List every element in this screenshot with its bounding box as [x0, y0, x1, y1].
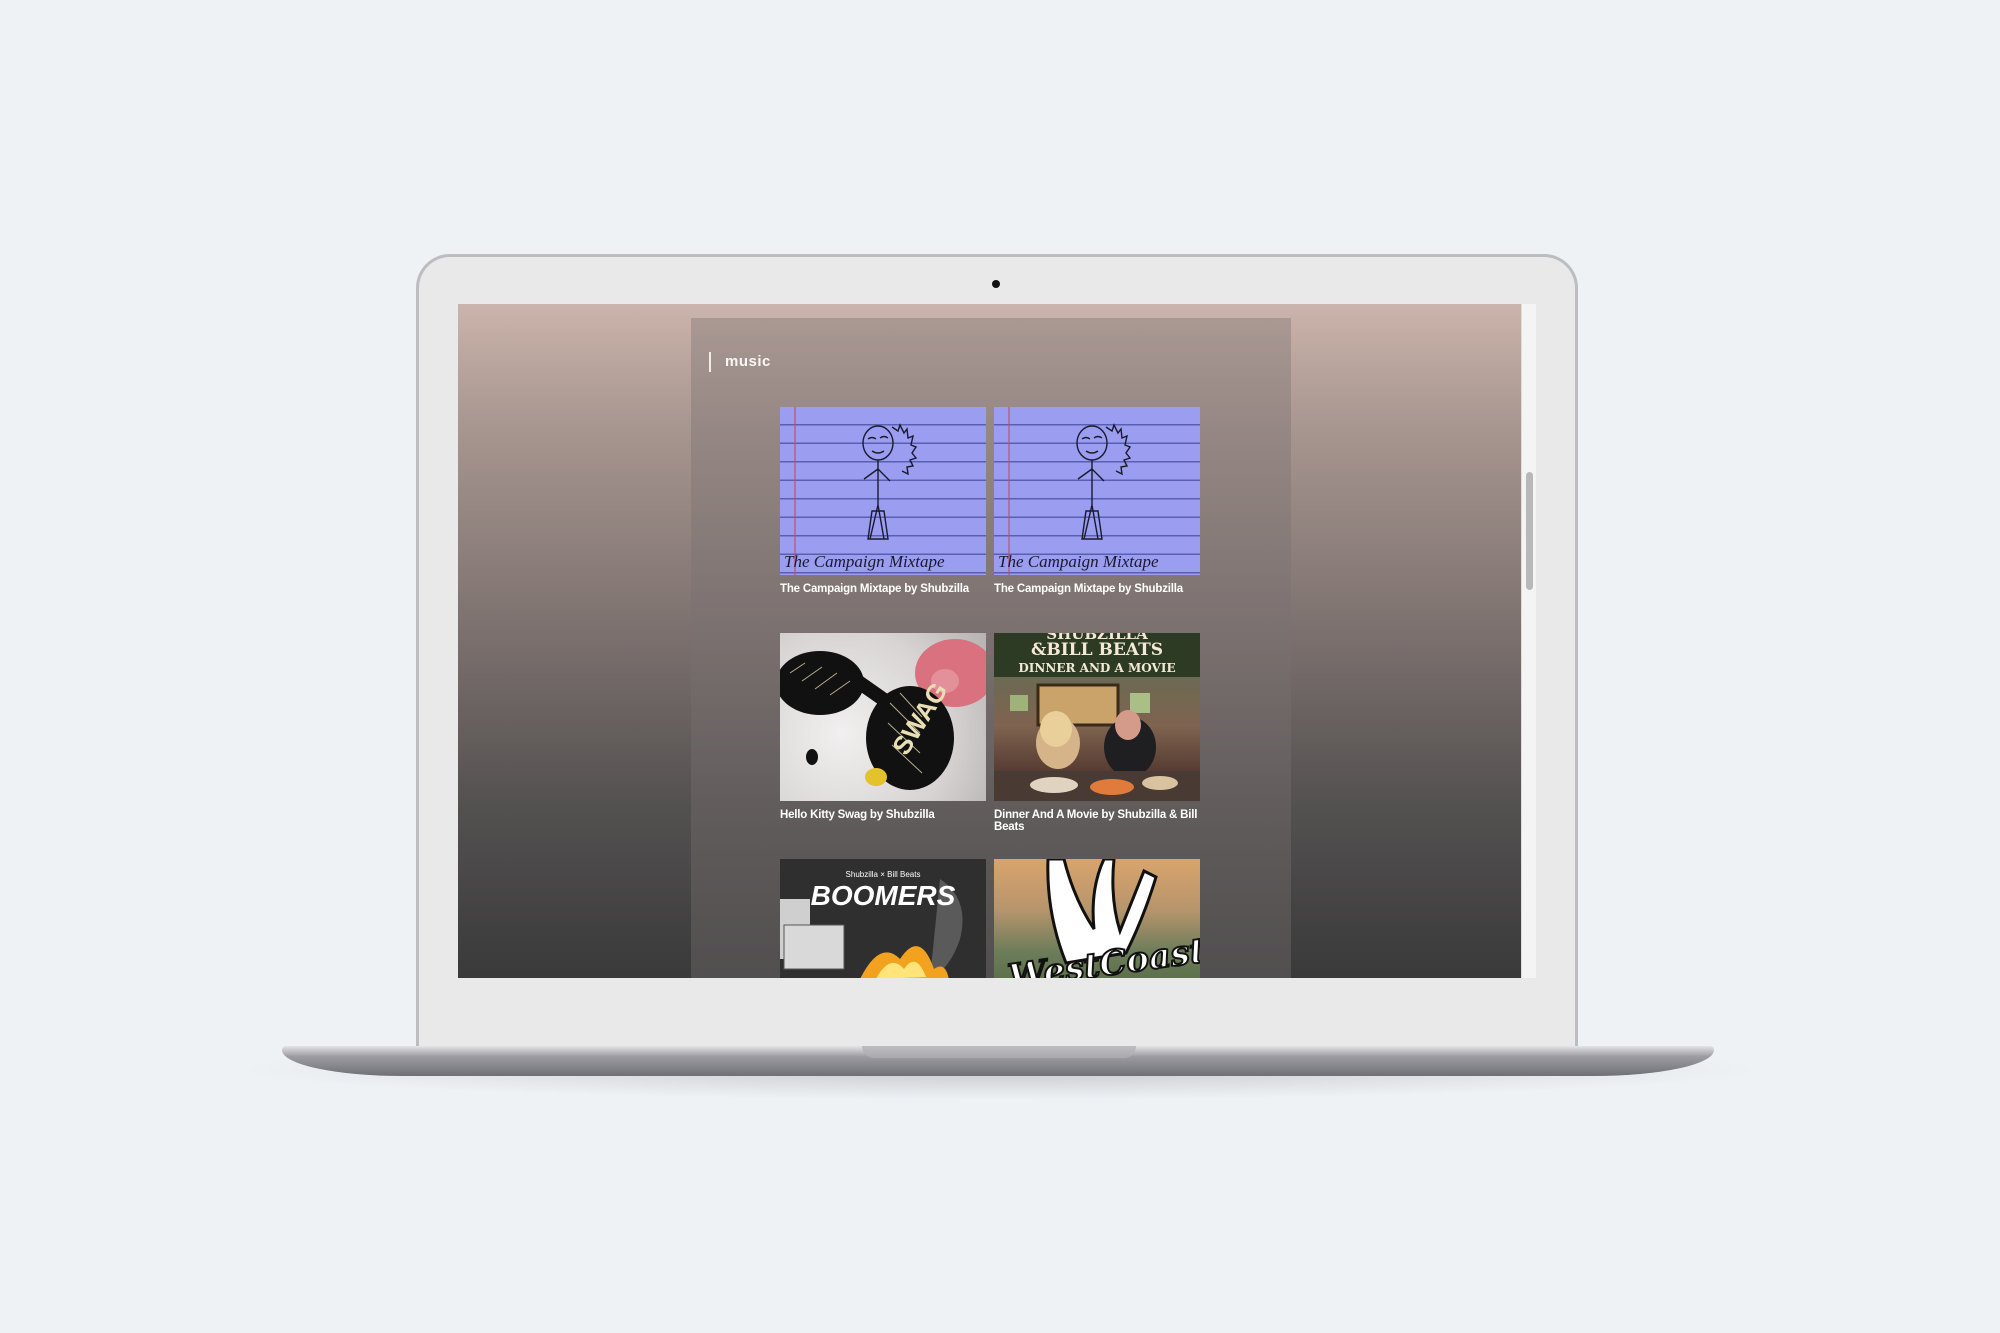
- cover-text: DINNER AND A MOVIE: [1018, 661, 1175, 675]
- music-card[interactable]: SWAG Hello Kitty Swag by Shubzilla: [780, 633, 986, 833]
- album-cover-westcoast[interactable]: WestCoast: [994, 859, 1200, 978]
- cover-text: The Campaign Mixtape: [784, 552, 945, 571]
- stick-figure-drawing: The Campaign Mixtape: [784, 423, 945, 571]
- scrollbar-track[interactable]: [1521, 304, 1536, 978]
- music-card[interactable]: The Campaign Mixtape The Campaign Mixtap…: [780, 407, 986, 607]
- album-cover-campaign-mixtape[interactable]: The Campaign Mixtape: [780, 407, 986, 575]
- music-grid: The Campaign Mixtape The Campaign Mixtap…: [780, 407, 1200, 978]
- boomers-artwork: Shubzilla × Bill Beats BOOMERS: [780, 859, 986, 978]
- stick-figure-drawing: The Campaign Mixtape: [998, 423, 1159, 571]
- cover-text: Shubzilla × Bill Beats: [846, 870, 921, 879]
- music-card[interactable]: WestCoast: [994, 859, 1200, 978]
- music-section: music The Campaign Mixtape The Campaign …: [691, 318, 1291, 978]
- album-cover-hello-kitty-swag[interactable]: SWAG: [780, 633, 986, 801]
- browser-viewport: music The Campaign Mixtape The Campaign …: [458, 304, 1536, 978]
- hello-kitty-artwork: SWAG: [780, 639, 986, 790]
- music-card[interactable]: SHUBZILLA &BILL BEATS DINNER AND A MOVIE: [994, 633, 1200, 833]
- laptop-hinge-notch: [862, 1046, 1136, 1058]
- cover-text: &BILL BEATS: [1031, 640, 1163, 660]
- card-title[interactable]: Hello Kitty Swag by Shubzilla: [780, 809, 986, 833]
- card-title[interactable]: The Campaign Mixtape by Shubzilla: [780, 583, 986, 607]
- westcoast-artwork: WestCoast: [1005, 859, 1200, 978]
- album-cover-dinner-and-a-movie[interactable]: SHUBZILLA &BILL BEATS DINNER AND A MOVIE: [994, 633, 1200, 801]
- section-title: music: [709, 352, 771, 372]
- dinner-artwork: SHUBZILLA &BILL BEATS DINNER AND A MOVIE: [994, 633, 1200, 801]
- card-title[interactable]: The Campaign Mixtape by Shubzilla: [994, 583, 1200, 607]
- scrollbar-thumb[interactable]: [1526, 472, 1533, 590]
- card-title[interactable]: Dinner And A Movie by Shubzilla & Bill B…: [994, 809, 1200, 833]
- cover-text: BOOMERS: [811, 880, 956, 911]
- cover-text: The Campaign Mixtape: [998, 552, 1159, 571]
- webcam-dot: [992, 280, 1000, 288]
- music-card[interactable]: The Campaign Mixtape The Campaign Mixtap…: [994, 407, 1200, 607]
- album-cover-boomers[interactable]: Shubzilla × Bill Beats BOOMERS: [780, 859, 986, 978]
- music-card[interactable]: Shubzilla × Bill Beats BOOMERS: [780, 859, 986, 978]
- album-cover-campaign-mixtape[interactable]: The Campaign Mixtape: [994, 407, 1200, 575]
